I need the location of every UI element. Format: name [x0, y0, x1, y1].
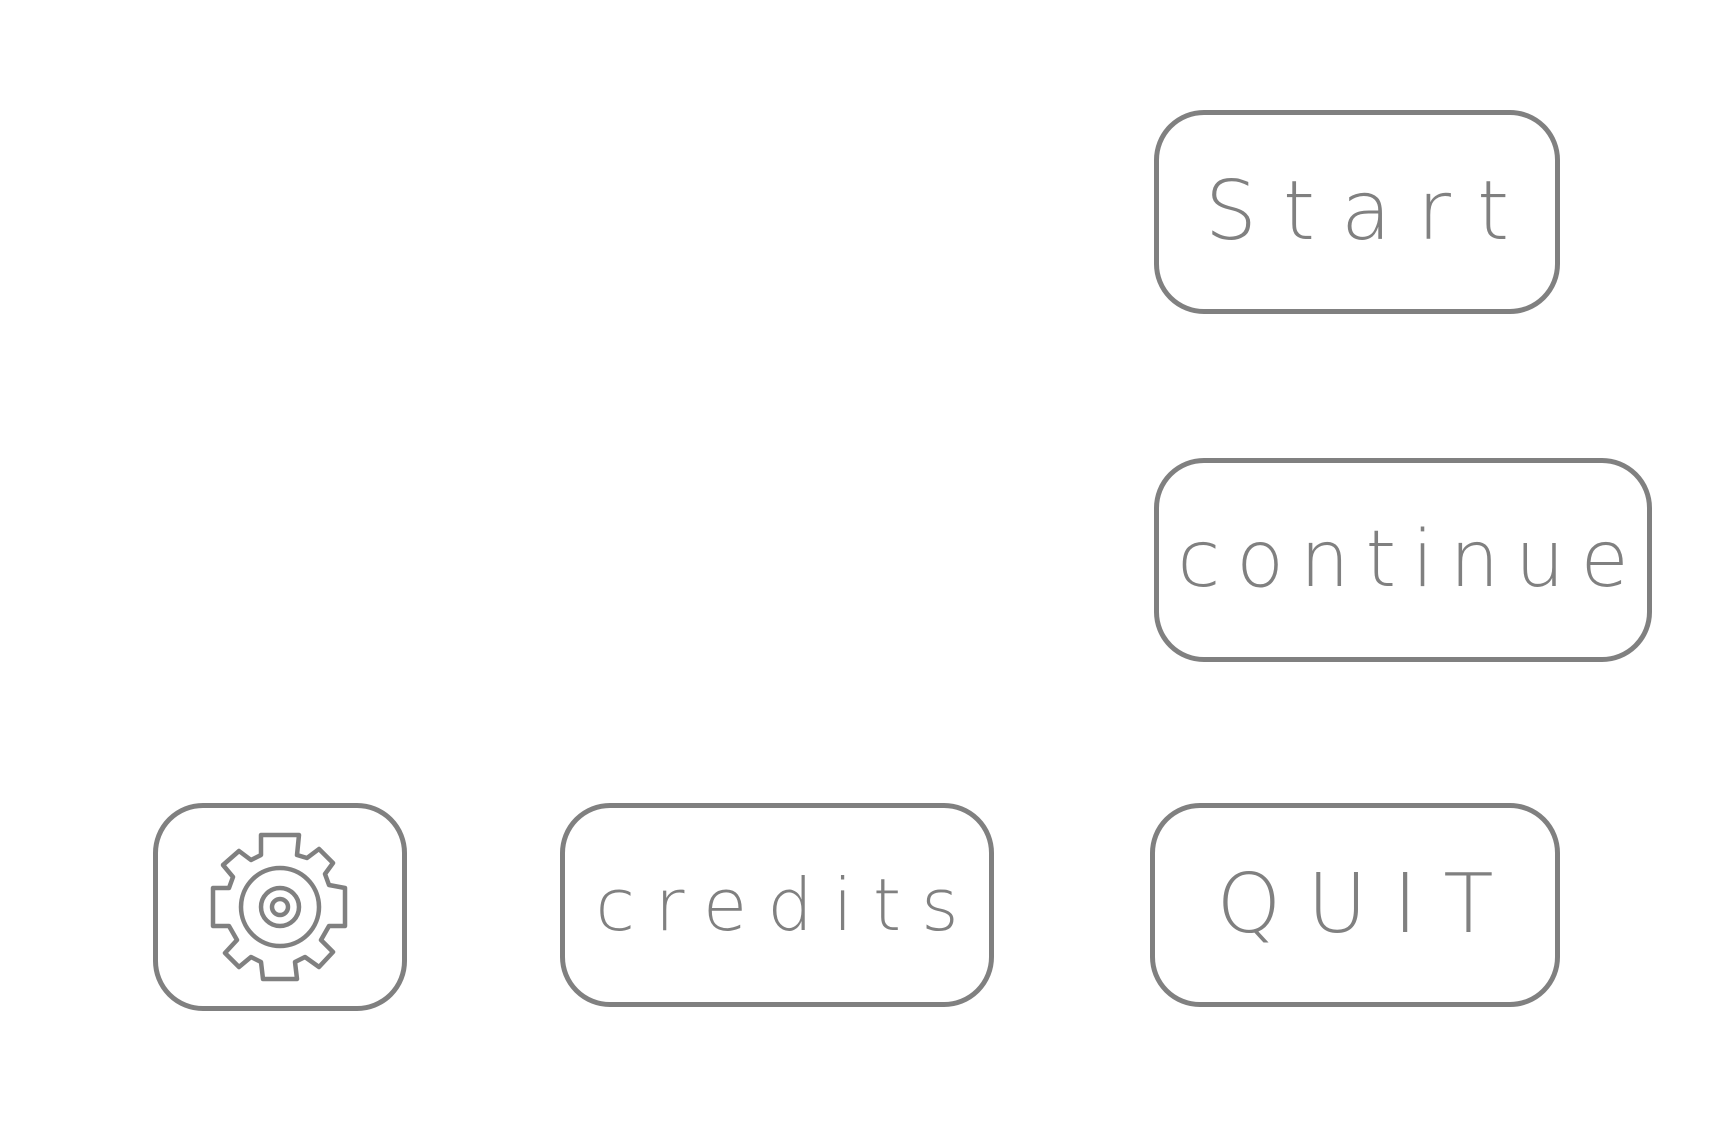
continue-button[interactable]: continue — [1154, 458, 1652, 662]
start-button-label: Start — [1204, 164, 1536, 259]
credits-button-label: credits — [595, 863, 979, 947]
start-button[interactable]: Start — [1154, 110, 1560, 314]
settings-button[interactable] — [153, 803, 407, 1011]
gear-icon — [210, 832, 348, 982]
continue-button-label: continue — [1177, 515, 1645, 605]
credits-button[interactable]: credits — [560, 803, 994, 1007]
quit-button-label: QUIT — [1216, 857, 1520, 952]
quit-button[interactable]: QUIT — [1150, 803, 1560, 1007]
